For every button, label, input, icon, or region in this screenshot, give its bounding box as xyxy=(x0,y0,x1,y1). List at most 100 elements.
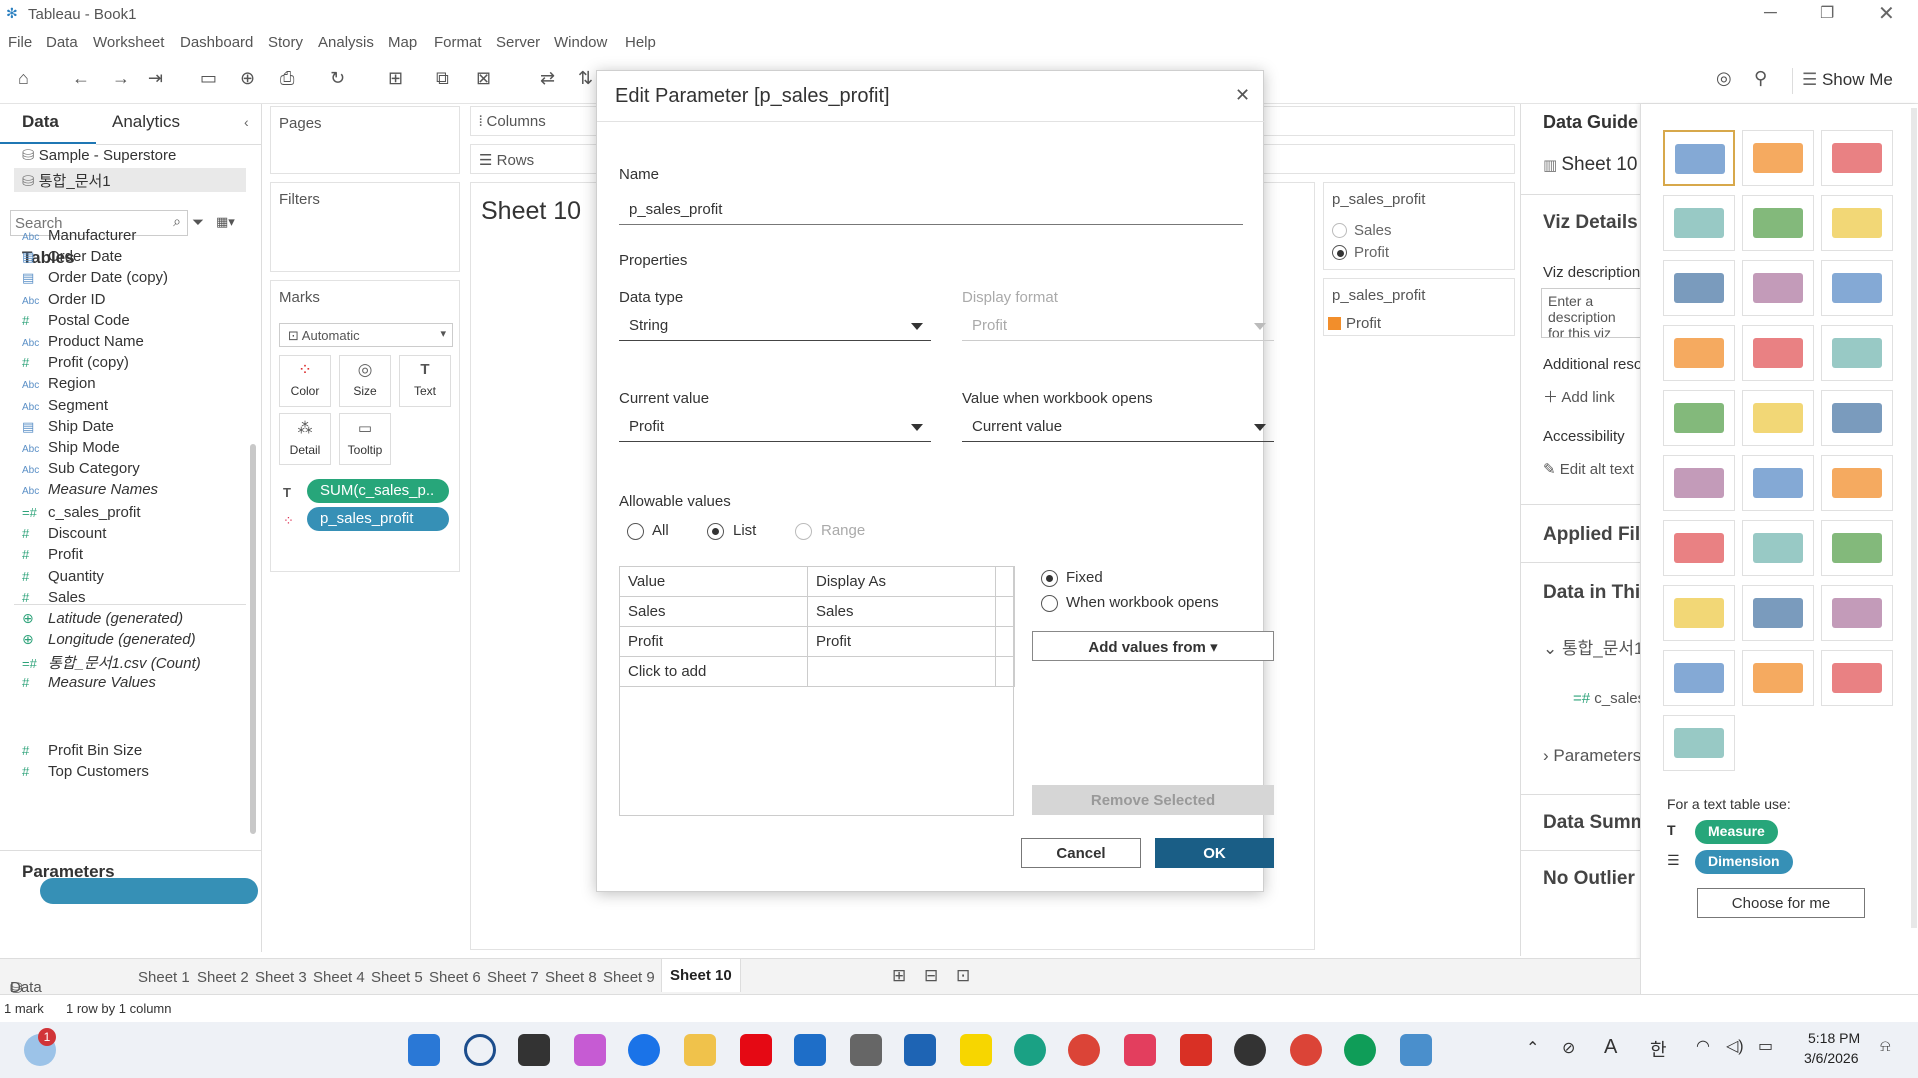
chrome-icon[interactable] xyxy=(1068,1034,1100,1066)
pages-card[interactable]: Pages xyxy=(270,106,460,174)
copilot-icon[interactable] xyxy=(574,1034,606,1066)
field-item[interactable]: # Sales xyxy=(22,589,86,606)
field-item[interactable]: ▤ Ship Date xyxy=(22,418,114,435)
menu-data[interactable]: Data xyxy=(46,34,78,51)
param-radio-sales[interactable] xyxy=(1332,223,1347,238)
highlight-table-icon[interactable] xyxy=(1821,130,1893,186)
cancel-button[interactable]: Cancel xyxy=(1021,838,1141,868)
field-item[interactable]: Abc Order ID xyxy=(22,291,106,308)
edge-icon[interactable] xyxy=(1014,1034,1046,1066)
view-options-icon[interactable]: ▦▾ xyxy=(216,214,235,230)
sheet-tab[interactable]: Sheet 1 xyxy=(138,969,190,986)
field-item[interactable]: Abc Region xyxy=(22,375,96,392)
sheet-tab[interactable]: Sheet 2 xyxy=(197,969,249,986)
snipping-tool-icon[interactable] xyxy=(1124,1034,1156,1066)
home-icon[interactable]: ⌂ xyxy=(18,68,29,89)
duplicate-icon[interactable]: ⧉ xyxy=(436,68,449,89)
battery-icon[interactable]: ▭ xyxy=(1758,1036,1773,1056)
save-icon[interactable]: ▭ xyxy=(200,68,217,89)
menu-server[interactable]: Server xyxy=(496,34,540,51)
tableau-taskbar-icon[interactable] xyxy=(1400,1034,1432,1066)
allow-list-radio[interactable] xyxy=(707,523,724,540)
pill-sum-c-sales-profit[interactable]: SUM(c_sales_p.. xyxy=(307,479,449,503)
horizontal-bar-icon[interactable] xyxy=(1663,260,1735,316)
color-button[interactable]: ⁘ Color xyxy=(279,355,331,407)
close-window-icon[interactable]: ✕ xyxy=(1878,1,1895,26)
circle-view-icon[interactable] xyxy=(1742,325,1814,381)
outlook-icon[interactable] xyxy=(794,1034,826,1066)
clear-sheet-icon[interactable]: ⊠ xyxy=(476,68,491,89)
field-item[interactable]: ⊕ Longitude (generated) xyxy=(22,631,196,648)
show-me-button[interactable]: ☰ Show Me xyxy=(1802,70,1893,90)
new-worksheet-icon[interactable]: ⊞ xyxy=(892,966,906,986)
field-item[interactable]: # Profit xyxy=(22,546,83,563)
filters-card[interactable]: Filters xyxy=(270,182,460,272)
field-item[interactable]: Abc Sub Category xyxy=(22,460,140,477)
menu-analysis[interactable]: Analysis xyxy=(318,34,374,51)
netflix-icon[interactable] xyxy=(740,1034,772,1066)
field-item[interactable]: Abc Measure Names xyxy=(22,481,158,498)
side-by-side-bar-icon[interactable] xyxy=(1821,260,1893,316)
filled-map-icon[interactable] xyxy=(1742,195,1814,251)
sheet-tab[interactable]: Sheet 7 xyxy=(487,969,539,986)
data-type-select[interactable]: String xyxy=(619,311,931,341)
new-datasource-icon[interactable]: ⊕ xyxy=(240,68,255,89)
dual-combination-icon[interactable] xyxy=(1821,455,1893,511)
show-me-scrollbar[interactable] xyxy=(1911,108,1917,928)
data-pane-scrollbar[interactable] xyxy=(250,444,256,834)
mark-type-select[interactable]: ⊡ Automatic ▾ xyxy=(279,323,453,347)
field-item[interactable]: # Postal Code xyxy=(22,312,130,329)
wifi-icon[interactable]: ◠ xyxy=(1696,1036,1710,1056)
share-icon[interactable]: ⚲ xyxy=(1754,68,1767,89)
source-superstore[interactable]: ⛁ Sample - Superstore xyxy=(22,146,176,164)
pie-chart-icon[interactable] xyxy=(1821,195,1893,251)
swap-icon[interactable]: ⇄ xyxy=(540,68,555,89)
field-item[interactable]: # Profit (copy) xyxy=(22,354,129,371)
file-explorer-icon[interactable] xyxy=(684,1034,716,1066)
volume-icon[interactable]: ◁) xyxy=(1726,1036,1744,1056)
sheet-tab[interactable]: Sheet 3 xyxy=(255,969,307,986)
field-item[interactable]: Abc p_sales_profit xyxy=(22,721,141,738)
field-item[interactable]: Abc Segment xyxy=(22,397,108,414)
side-by-side-circle-icon[interactable] xyxy=(1821,325,1893,381)
tab-data[interactable]: Data xyxy=(22,112,59,132)
fixed-radio[interactable] xyxy=(1041,570,1058,587)
close-dialog-icon[interactable]: ✕ xyxy=(1235,85,1250,106)
new-story-icon[interactable]: ⊡ xyxy=(956,966,970,986)
sheet-tab[interactable]: Sheet 6 xyxy=(429,969,481,986)
app-g-icon[interactable] xyxy=(628,1034,660,1066)
treemap-icon[interactable] xyxy=(1663,325,1735,381)
detail-button[interactable]: ⁂ Detail xyxy=(279,413,331,465)
font-icon[interactable]: A xyxy=(1604,1036,1617,1059)
menu-map[interactable]: Map xyxy=(388,34,417,51)
add-values-from-button[interactable]: Add values from ▾ xyxy=(1032,631,1274,661)
minimize-icon[interactable]: ─ xyxy=(1764,2,1777,23)
area-discrete-icon[interactable] xyxy=(1742,455,1814,511)
dual-line-icon[interactable] xyxy=(1821,390,1893,446)
packed-bubbles-icon[interactable] xyxy=(1821,585,1893,641)
menu-format[interactable]: Format xyxy=(434,34,482,51)
table-row[interactable]: Sales Sales xyxy=(619,596,1015,627)
field-item[interactable]: Abc Ship Mode xyxy=(22,439,120,456)
display-cell[interactable]: Profit xyxy=(807,626,996,657)
viz-description-input[interactable]: Enter a description for this viz xyxy=(1541,288,1641,338)
open-value-select[interactable]: Current value xyxy=(962,412,1274,442)
field-item[interactable]: # Measure Values xyxy=(22,674,156,691)
param-radio-profit[interactable] xyxy=(1332,245,1347,260)
source-workbook[interactable]: ⛁ 통합_문서1 xyxy=(22,170,111,191)
size-button[interactable]: ◎ Size xyxy=(339,355,391,407)
field-item[interactable]: # Top Customers xyxy=(22,763,149,780)
choose-for-me-button[interactable]: Choose for me xyxy=(1697,888,1865,918)
sheet-tab[interactable]: Sheet 5 xyxy=(371,969,423,986)
field-item[interactable]: # Profit Bin Size xyxy=(22,742,142,759)
text-button[interactable]: T Text xyxy=(399,355,451,407)
value-cell[interactable]: Sales xyxy=(619,596,808,627)
redo-icon[interactable]: → xyxy=(112,68,130,89)
current-value-select[interactable]: Profit xyxy=(619,412,931,442)
kakaotalk-icon[interactable] xyxy=(960,1034,992,1066)
field-item[interactable]: # Discount xyxy=(22,525,106,542)
filter-icon[interactable]: ⏷ xyxy=(192,214,204,231)
edit-alt-text-button[interactable]: ✎ Edit alt text xyxy=(1543,460,1634,478)
ime-indicator[interactable]: 한 xyxy=(1650,1036,1667,1062)
display-cell[interactable] xyxy=(807,656,996,687)
